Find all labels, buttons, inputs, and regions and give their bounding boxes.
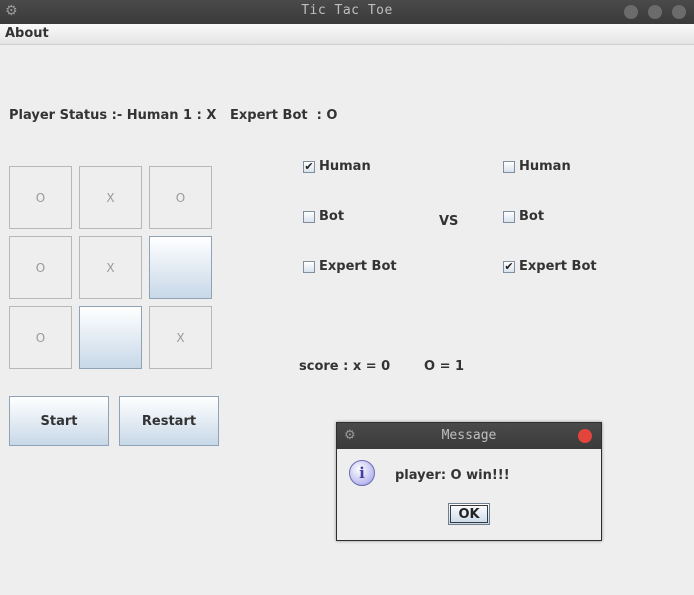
checkbox[interactable]: ✔ (303, 160, 315, 173)
left-option-bot[interactable]: Bot (303, 209, 344, 224)
right-option-expert-bot[interactable]: ✔ Expert Bot (503, 259, 597, 274)
start-button[interactable]: Start (9, 396, 109, 446)
checkbox[interactable] (503, 210, 515, 223)
checkbox[interactable] (503, 160, 515, 173)
option-label: Bot (519, 209, 545, 224)
message-dialog: ⚙ Message i player: O win!!! OK (336, 422, 602, 541)
checkbox[interactable]: ✔ (503, 260, 515, 273)
minimize-button[interactable] (624, 5, 638, 19)
checkbox[interactable] (303, 260, 315, 273)
ok-button[interactable]: OK (448, 503, 490, 525)
menu-bar: About (0, 24, 694, 45)
restart-button[interactable]: Restart (119, 396, 219, 446)
close-button[interactable] (672, 5, 686, 19)
board-cell[interactable] (79, 306, 142, 369)
window-title: Tic Tac Toe (301, 3, 393, 18)
maximize-button[interactable] (648, 5, 662, 19)
dialog-titlebar: ⚙ Message (337, 423, 601, 449)
option-label: Human (319, 159, 371, 174)
board-cell[interactable]: O (9, 236, 72, 299)
board-cell[interactable]: O (9, 306, 72, 369)
vs-label: VS (439, 214, 459, 229)
board-cell[interactable] (149, 236, 212, 299)
option-label: Expert Bot (519, 259, 597, 274)
dialog-title: Message (441, 428, 497, 443)
board-cell[interactable]: X (79, 166, 142, 229)
opponent-status-label: Expert Bot : O (230, 108, 338, 123)
info-icon: i (349, 460, 375, 486)
board-cell[interactable]: X (149, 306, 212, 369)
board-cell[interactable]: O (9, 166, 72, 229)
score-o: O = 1 (424, 359, 465, 374)
player-status-label: Player Status :- Human 1 : X (9, 108, 217, 123)
right-option-bot[interactable]: Bot (503, 209, 544, 224)
dialog-message: player: O win!!! (395, 468, 510, 483)
option-label: Human (519, 159, 571, 174)
left-option-expert-bot[interactable]: Expert Bot (303, 259, 397, 274)
score-x: score : x = 0 (299, 359, 391, 374)
option-label: Bot (319, 209, 345, 224)
menu-about[interactable]: About (5, 26, 49, 41)
left-option-human[interactable]: ✔ Human (303, 159, 371, 174)
board-cell[interactable]: X (79, 236, 142, 299)
option-label: Expert Bot (319, 259, 397, 274)
right-option-human[interactable]: Human (503, 159, 571, 174)
window-titlebar: ⚙ Tic Tac Toe (0, 0, 694, 24)
dialog-close-button[interactable] (578, 429, 592, 443)
board-cell[interactable]: O (149, 166, 212, 229)
checkbox[interactable] (303, 210, 315, 223)
